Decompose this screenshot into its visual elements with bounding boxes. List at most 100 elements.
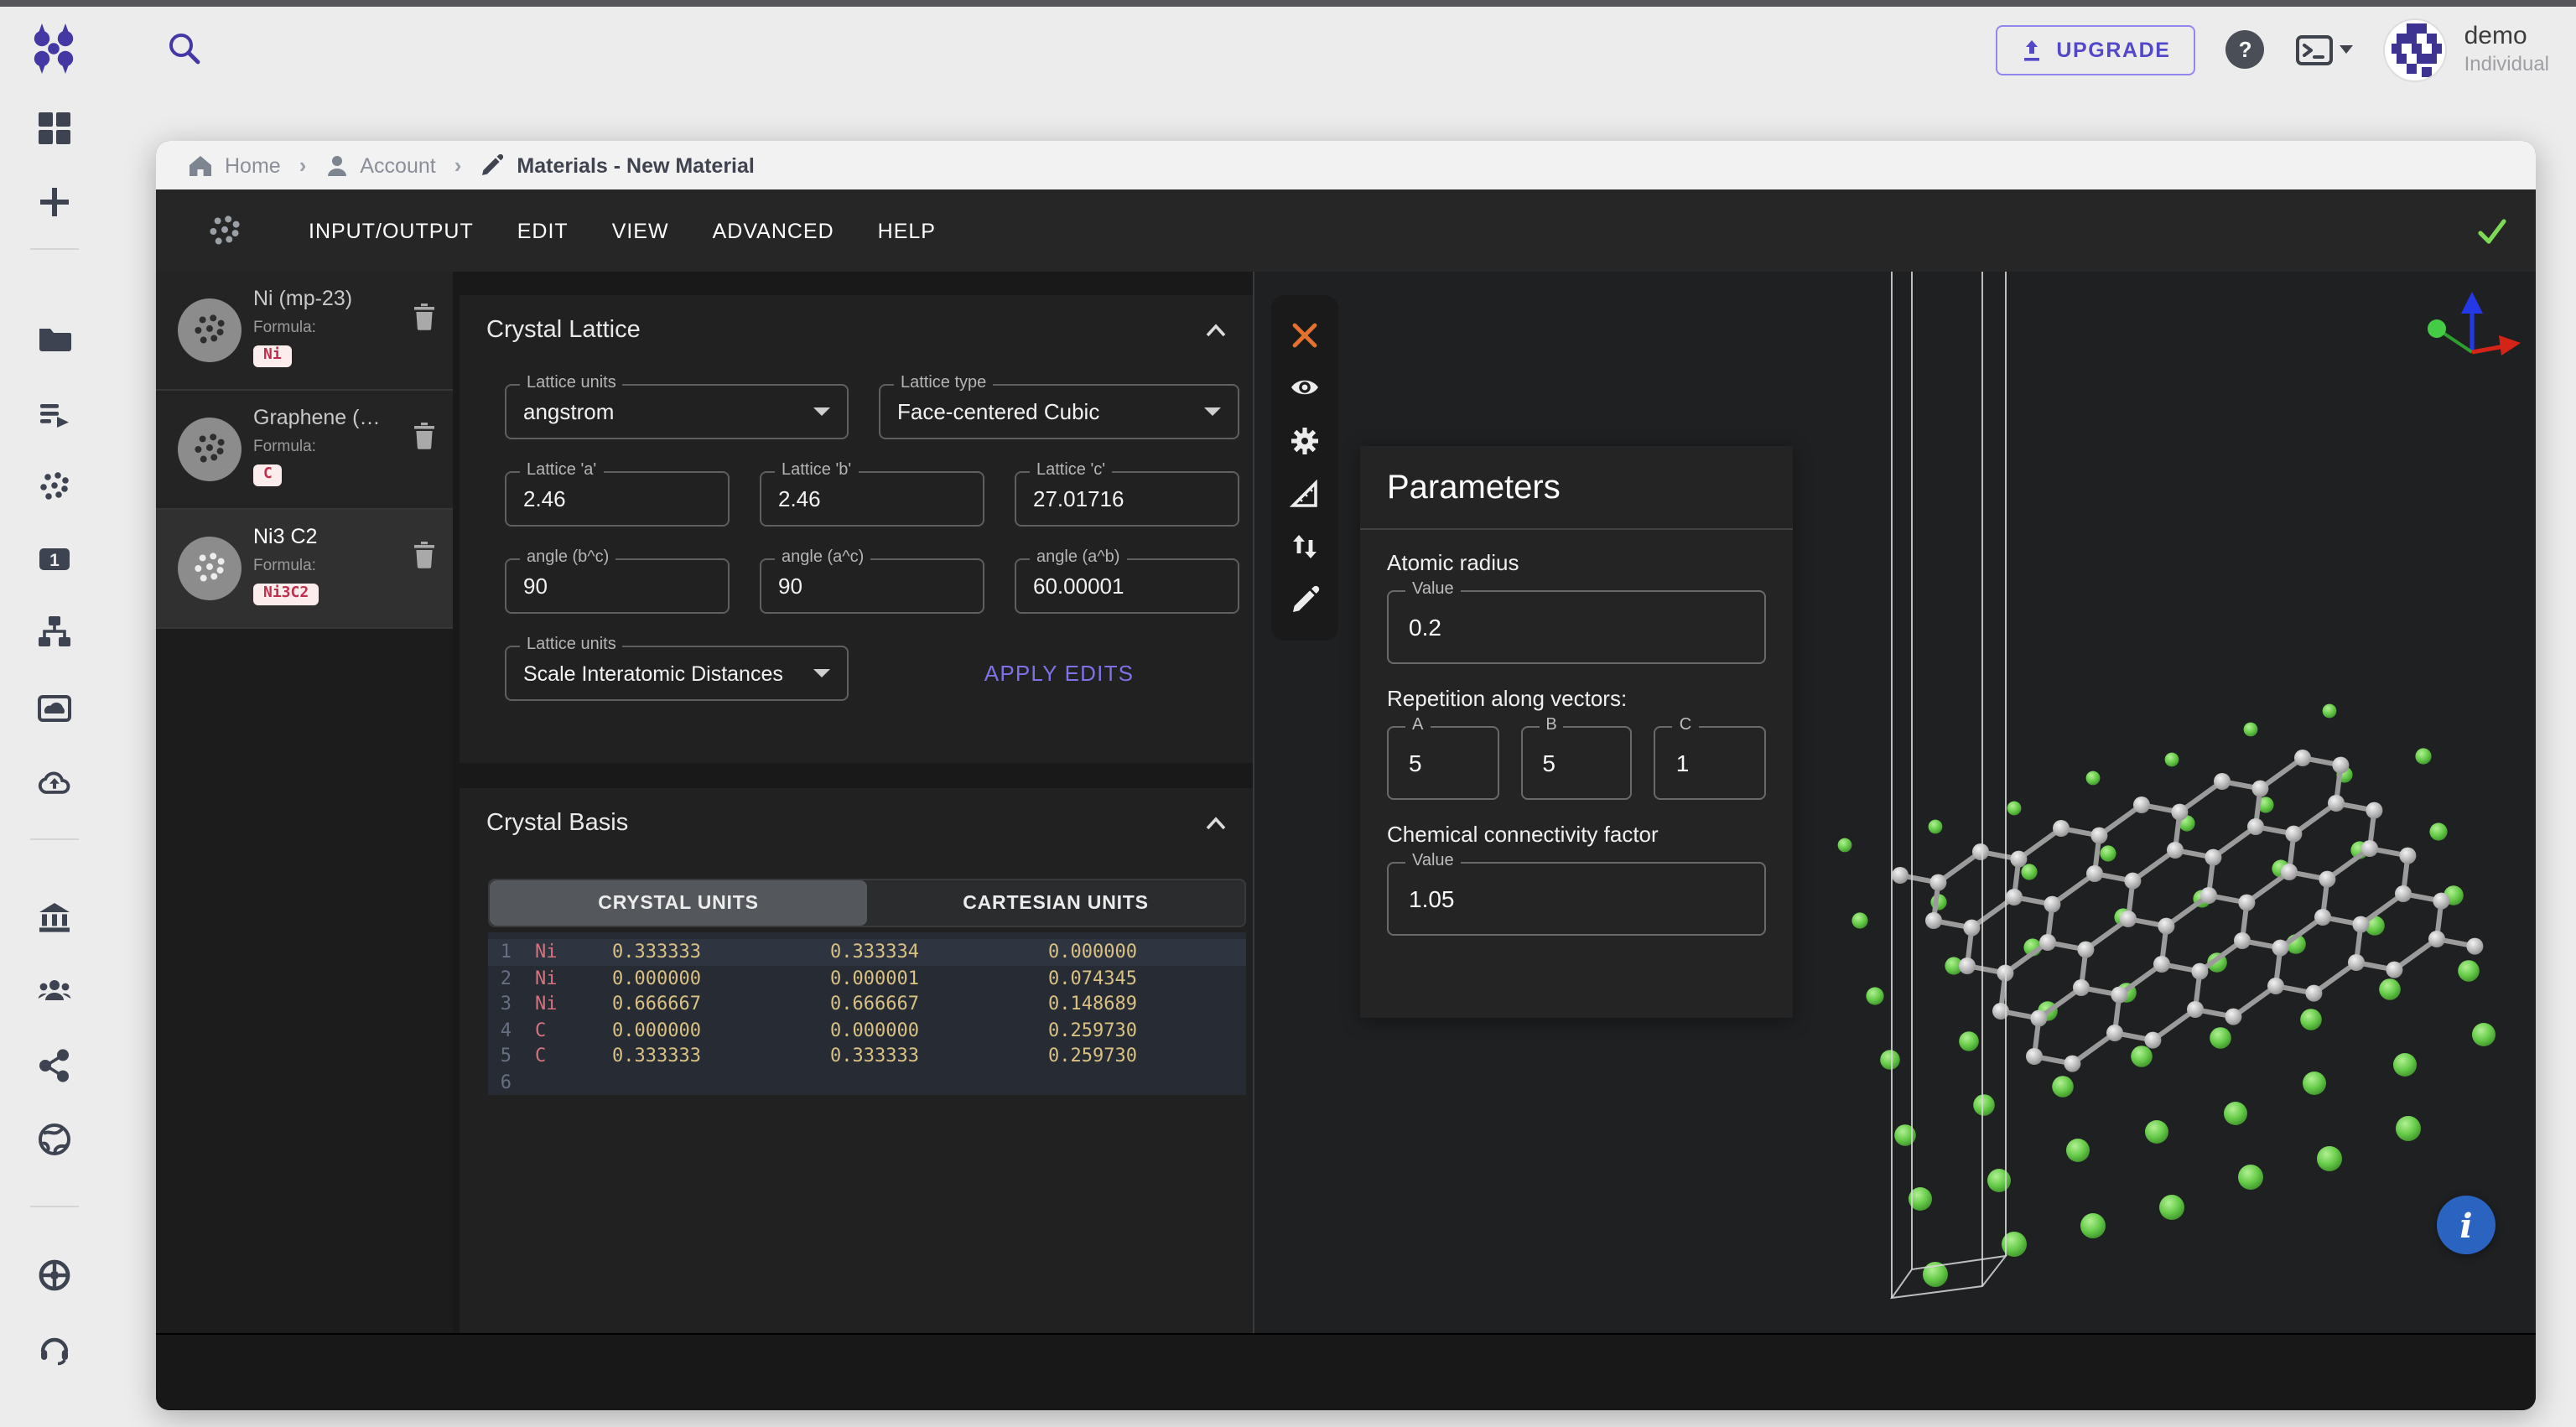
window-top-strip bbox=[0, 0, 2576, 7]
formula-label: Formula: bbox=[253, 438, 439, 456]
sidebar-globe-icon[interactable] bbox=[37, 1122, 72, 1157]
menu-input-output[interactable]: INPUT/OUTPUT bbox=[287, 219, 496, 242]
sidebar-create-new-icon[interactable] bbox=[37, 184, 72, 220]
basis-row: 1Ni0.3333330.3333340.000000 bbox=[488, 939, 1246, 965]
lattice-type-select[interactable]: Lattice type Face-centered Cubic bbox=[879, 384, 1239, 439]
collapse-chevron-icon[interactable] bbox=[1206, 324, 1226, 337]
designer-menubar: INPUT/OUTPUT EDIT VIEW ADVANCED HELP bbox=[156, 189, 2536, 272]
breadcrumb-account-label: Account bbox=[360, 153, 435, 177]
field-value: angstrom bbox=[523, 399, 614, 424]
close-icon[interactable] bbox=[1290, 320, 1320, 350]
sidebar-projects-folder-icon[interactable] bbox=[37, 322, 72, 357]
field-label: C bbox=[1673, 716, 1698, 736]
lattice-units-select[interactable]: Lattice units angstrom bbox=[505, 384, 849, 439]
connectivity-input[interactable]: Value 1.05 bbox=[1387, 862, 1766, 936]
delete-trash-icon[interactable] bbox=[413, 540, 436, 568]
sidebar-jobs-icon[interactable] bbox=[37, 397, 72, 433]
sidebar-helm-wheel-icon[interactable] bbox=[37, 1258, 72, 1293]
menu-view[interactable]: VIEW bbox=[590, 219, 691, 242]
repetition-b-input[interactable]: B 5 bbox=[1520, 726, 1632, 800]
sidebar-support-headset-icon[interactable] bbox=[37, 1331, 72, 1367]
user-plan: Individual bbox=[2464, 53, 2549, 78]
angle-ac-input[interactable]: angle (a^c) 90 bbox=[760, 558, 984, 614]
select-arrow-icon bbox=[813, 407, 830, 416]
material-list-item[interactable]: Graphene (… Formula: C bbox=[156, 391, 453, 510]
lattice-b-input[interactable]: Lattice 'b' 2.46 bbox=[760, 471, 984, 527]
settings-gear-icon[interactable] bbox=[1290, 426, 1320, 456]
visibility-eye-icon[interactable] bbox=[1290, 373, 1320, 403]
field-label: angle (b^c) bbox=[520, 548, 615, 568]
lattice-a-input[interactable]: Lattice 'a' 2.46 bbox=[505, 471, 730, 527]
angle-bc-input[interactable]: angle (b^c) 90 bbox=[505, 558, 730, 614]
breadcrumb-chevron-icon: › bbox=[299, 153, 307, 178]
field-value: 2.46 bbox=[523, 486, 566, 511]
edit-pencil-icon[interactable] bbox=[1290, 585, 1320, 615]
sidebar-dashboard-icon[interactable] bbox=[37, 111, 72, 146]
sidebar-organization-bank-icon[interactable] bbox=[37, 900, 72, 936]
field-value: 0.2 bbox=[1409, 614, 1441, 641]
atomic-radius-label: Atomic radius bbox=[1387, 550, 1766, 575]
field-value: 90 bbox=[523, 573, 548, 599]
field-label: A bbox=[1405, 716, 1430, 736]
breadcrumb-home[interactable]: Home bbox=[188, 153, 281, 177]
user-menu[interactable]: demo Individual bbox=[2384, 18, 2549, 81]
lattice-c-input[interactable]: Lattice 'c' 27.01716 bbox=[1015, 471, 1239, 527]
menu-edit[interactable]: EDIT bbox=[496, 219, 590, 242]
material-avatar bbox=[178, 298, 242, 362]
field-label: B bbox=[1539, 716, 1563, 736]
menu-help[interactable]: HELP bbox=[856, 219, 958, 242]
formula-label: Formula: bbox=[253, 557, 439, 575]
menu-advanced[interactable]: ADVANCED bbox=[691, 219, 856, 242]
breadcrumb-account[interactable]: Account bbox=[325, 153, 435, 177]
material-list-item-selected[interactable]: Ni3 C2 Formula: Ni3C2 bbox=[156, 510, 453, 629]
formula-chip: Ni3C2 bbox=[253, 583, 319, 605]
console-menu-button[interactable] bbox=[2295, 31, 2354, 68]
swap-vertical-icon[interactable] bbox=[1290, 532, 1320, 563]
field-label: Lattice 'a' bbox=[520, 461, 603, 481]
delete-trash-icon[interactable] bbox=[413, 302, 436, 330]
angle-ab-input[interactable]: angle (a^b) 60.00001 bbox=[1015, 558, 1239, 614]
tab-cartesian-units[interactable]: CARTESIAN UNITS bbox=[867, 880, 1244, 926]
sidebar-materials-icon[interactable] bbox=[37, 470, 72, 505]
info-button[interactable]: i bbox=[2437, 1196, 2496, 1254]
parameters-panel: Parameters Atomic radius Value 0.2 Repet… bbox=[1360, 446, 1793, 1018]
apply-edits-button[interactable]: APPLY EDITS bbox=[974, 659, 1144, 688]
atomic-radius-input[interactable]: Value 0.2 bbox=[1387, 590, 1766, 664]
save-check-icon[interactable] bbox=[2475, 215, 2509, 246]
field-label: Value bbox=[1405, 852, 1461, 872]
page-title: Materials - New Material bbox=[517, 153, 754, 177]
mat3ra-logo-icon[interactable] bbox=[27, 22, 80, 75]
basis-code-editor[interactable]: 1Ni0.3333330.3333340.000000 2Ni0.0000000… bbox=[488, 932, 1246, 1095]
lattice-units-scale-select[interactable]: Lattice units Scale Interatomic Distance… bbox=[505, 646, 849, 701]
avatar bbox=[2384, 18, 2448, 81]
basis-row: 2Ni0.0000000.0000010.074345 bbox=[488, 965, 1246, 991]
sidebar-divider bbox=[30, 838, 79, 840]
field-value: 1 bbox=[1676, 750, 1690, 776]
sidebar-share-icon[interactable] bbox=[37, 1048, 72, 1083]
field-value: 60.00001 bbox=[1033, 573, 1124, 599]
material-list-item[interactable]: Ni (mp-23) Formula: Ni bbox=[156, 272, 453, 391]
help-icon[interactable]: ? bbox=[2226, 30, 2265, 69]
sidebar-workflows-sitemap-icon[interactable] bbox=[37, 614, 72, 649]
sidebar-visuals-image-icon[interactable] bbox=[37, 691, 72, 726]
sidebar-cloud-upload-icon[interactable] bbox=[37, 765, 72, 800]
crystal-basis-section: Crystal Basis CRYSTAL UNITS CARTESIAN UN… bbox=[460, 788, 1253, 1333]
header-right-group: UPGRADE ? bbox=[1996, 0, 2549, 99]
basis-row: 3Ni0.6666670.6666670.148689 bbox=[488, 991, 1246, 1017]
parameters-title: Parameters bbox=[1387, 470, 1766, 508]
upgrade-button[interactable]: UPGRADE bbox=[1996, 24, 2195, 75]
measure-ruler-icon[interactable] bbox=[1290, 480, 1320, 510]
sidebar-team-people-icon[interactable] bbox=[37, 974, 72, 1009]
repetition-c-input[interactable]: C 1 bbox=[1654, 726, 1766, 800]
sidebar-one-badge-icon[interactable]: 1 bbox=[37, 542, 72, 577]
delete-trash-icon[interactable] bbox=[413, 421, 436, 449]
repetition-a-input[interactable]: A 5 bbox=[1387, 726, 1498, 800]
field-label: Lattice 'c' bbox=[1030, 461, 1112, 481]
search-icon[interactable] bbox=[166, 30, 203, 67]
breadcrumb-chevron-icon: › bbox=[454, 153, 462, 178]
collapse-chevron-icon[interactable] bbox=[1206, 817, 1226, 830]
chevron-down-icon bbox=[2340, 45, 2354, 54]
tab-crystal-units[interactable]: CRYSTAL UNITS bbox=[490, 880, 867, 926]
formula-chip: Ni bbox=[253, 345, 292, 366]
field-label: Lattice units bbox=[520, 636, 623, 656]
